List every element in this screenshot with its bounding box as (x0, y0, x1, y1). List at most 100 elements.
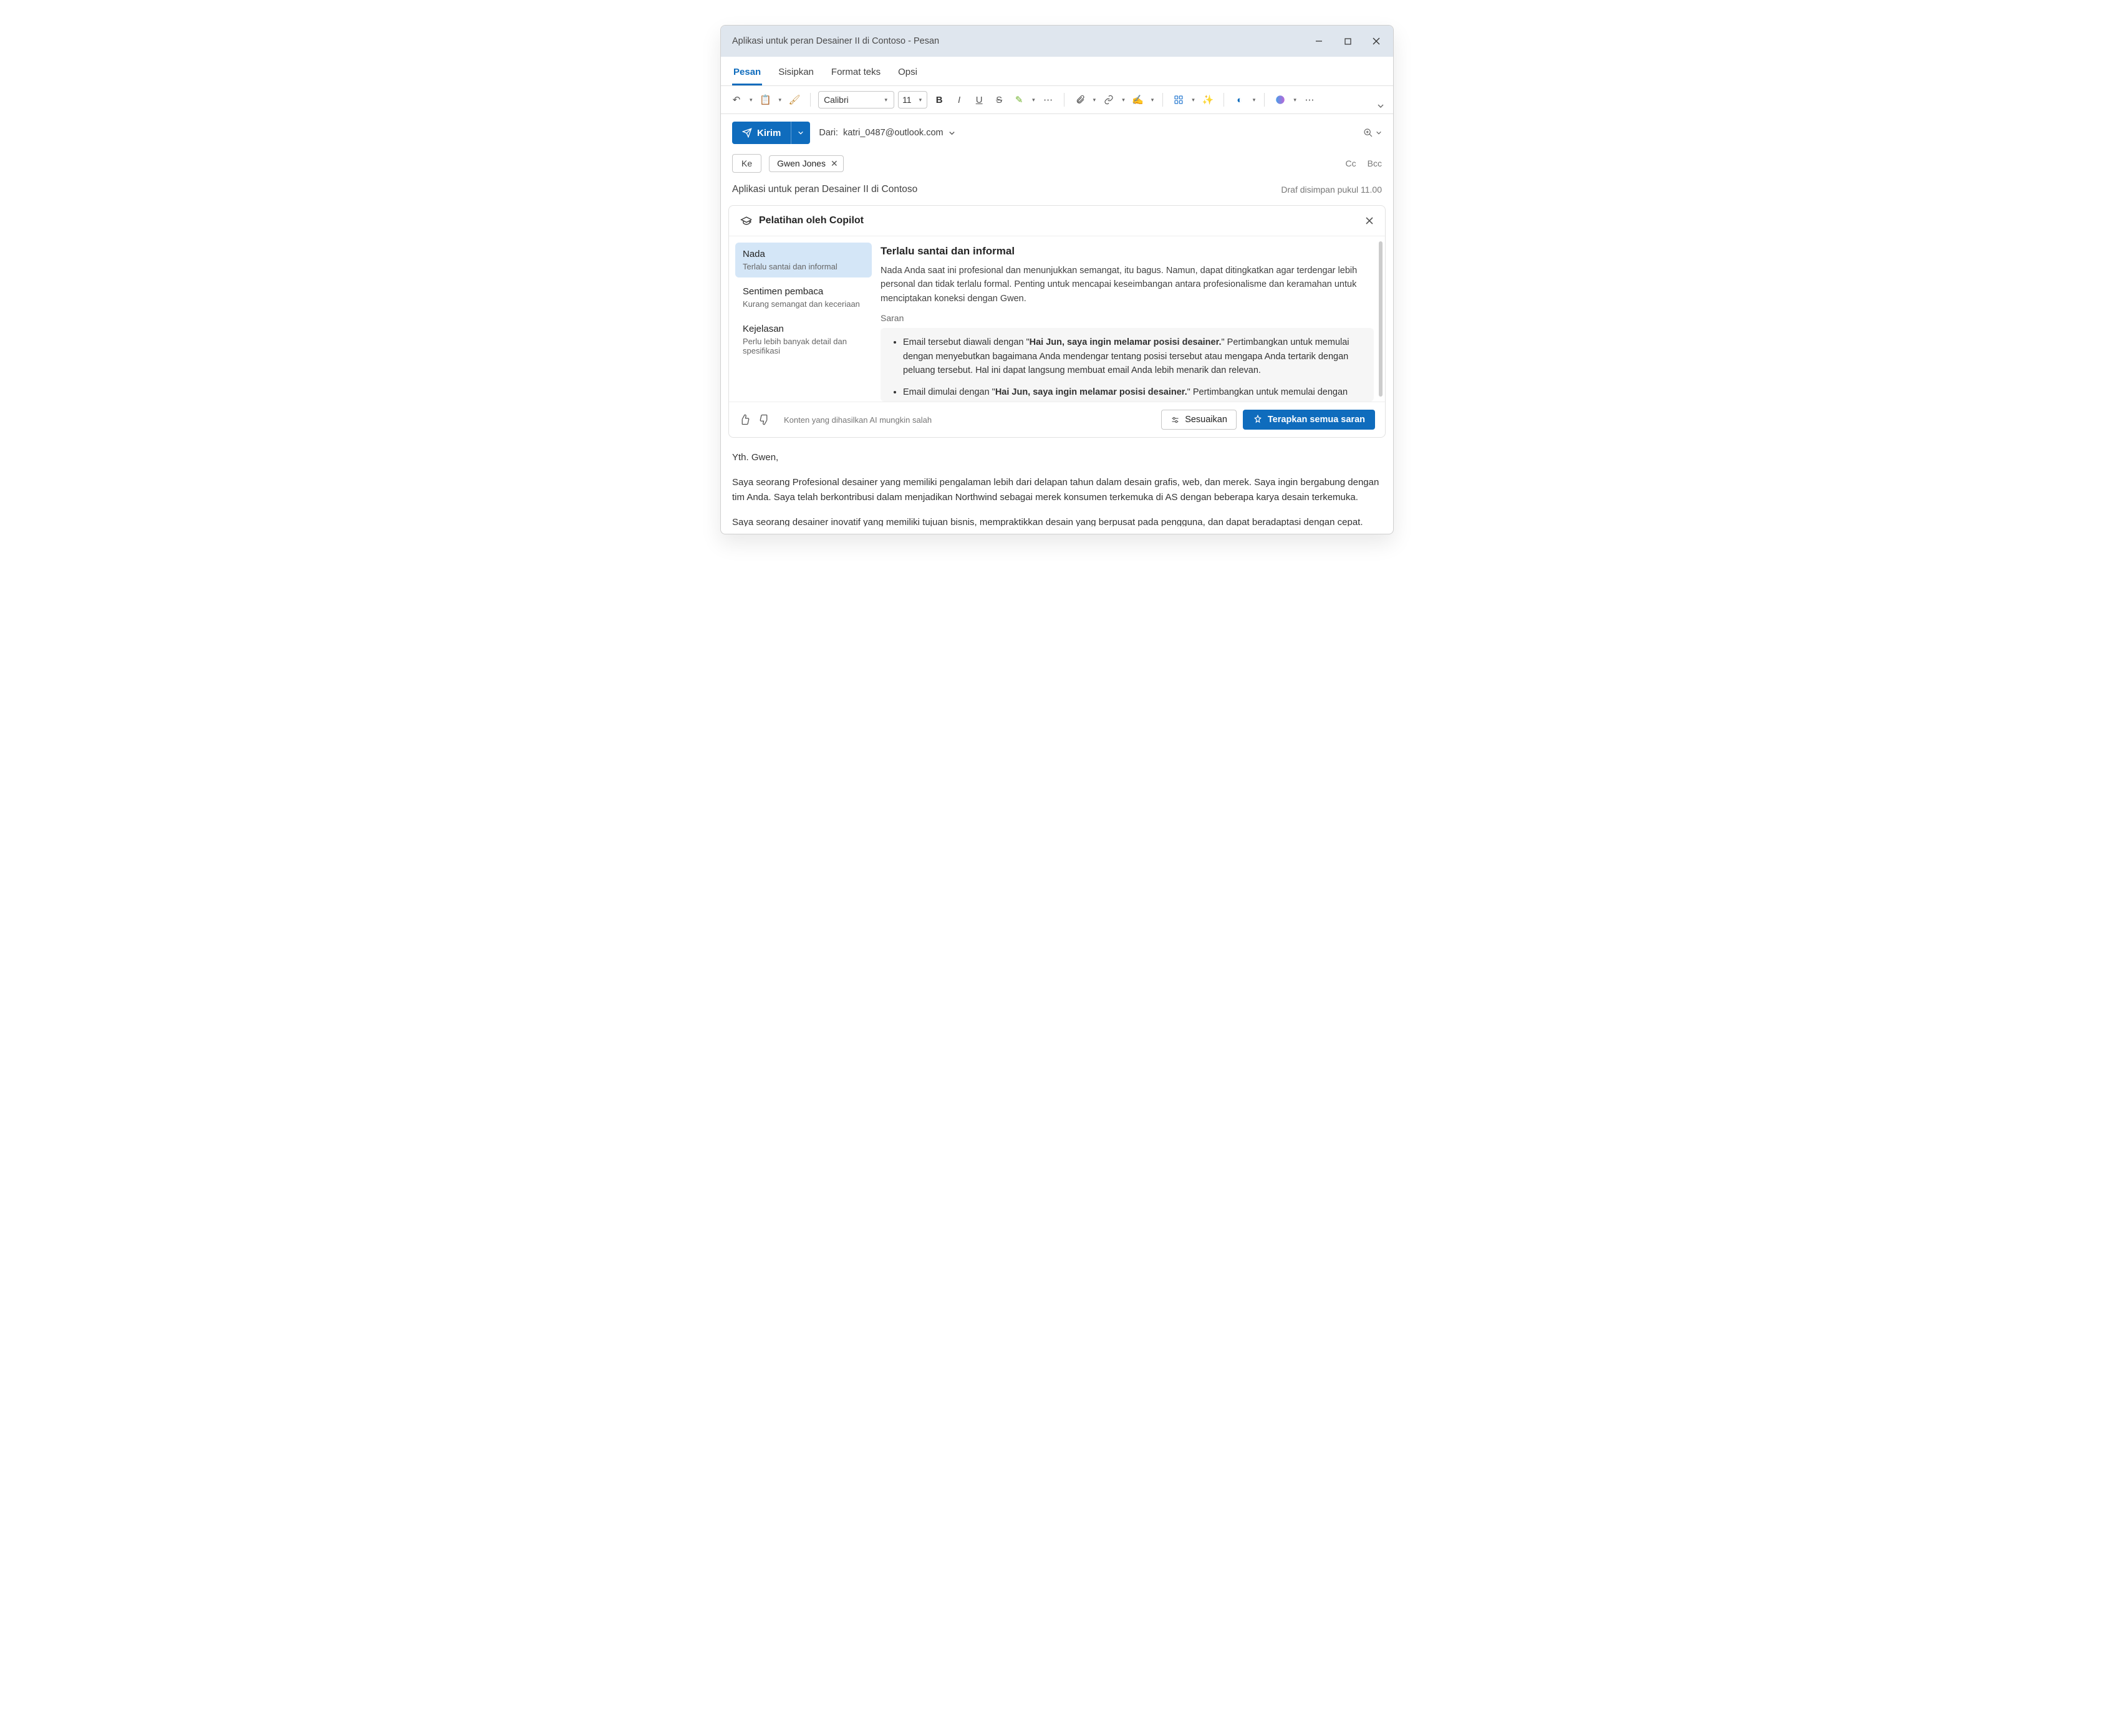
minimize-button[interactable] (1305, 26, 1333, 57)
chevron-down-icon[interactable]: ▾ (1252, 97, 1257, 104)
thumbs-up-button[interactable] (739, 414, 750, 425)
copilot-hat-icon (740, 215, 753, 227)
menu-tabs: Pesan Sisipkan Format teks Opsi (721, 57, 1393, 86)
chevron-down-icon[interactable]: ▾ (778, 97, 783, 104)
recipient-chip[interactable]: Gwen Jones ✕ (769, 155, 844, 172)
more-formatting-button[interactable]: ⋯ (1040, 91, 1056, 109)
send-button[interactable]: Kirim (732, 122, 810, 144)
maximize-button[interactable] (1333, 26, 1362, 57)
sidebar-item-kejelasan[interactable]: Kejelasan Perlu lebih banyak detail dan … (735, 317, 872, 362)
send-options-dropdown[interactable] (791, 122, 810, 144)
from-email: katri_0487@outlook.com (843, 128, 944, 138)
body-paragraph: Saya seorang desainer inovatif yang memi… (732, 515, 1382, 526)
chevron-down-icon[interactable]: ▾ (1190, 97, 1196, 104)
remove-recipient-icon[interactable]: ✕ (831, 158, 838, 169)
format-painter-button[interactable]: 🖌 (786, 91, 803, 109)
bold-button[interactable]: B (931, 91, 947, 109)
cc-button[interactable]: Cc (1346, 158, 1356, 168)
sidebar-item-title: Nada (743, 249, 864, 259)
sidebar-item-subtitle: Kurang semangat dan keceriaan (743, 299, 864, 309)
chevron-down-icon[interactable]: ▾ (1150, 97, 1156, 104)
body-paragraph: Yth. Gwen, (732, 450, 1382, 465)
copilot-heading: Terlalu santai dan informal (881, 245, 1374, 258)
copilot-body: Nada Terlalu santai dan informal Sentime… (729, 236, 1385, 402)
attach-button[interactable] (1072, 91, 1088, 109)
to-row: Ke Gwen Jones ✕ Cc Bcc (721, 144, 1393, 180)
tab-opsi[interactable]: Opsi (897, 63, 919, 85)
chevron-down-icon[interactable]: ▾ (1121, 97, 1126, 104)
copilot-close-button[interactable] (1365, 216, 1374, 225)
font-size-select[interactable]: 11 ▾ (898, 91, 927, 109)
chevron-down-icon[interactable]: ▾ (1292, 97, 1298, 104)
ribbon: ↶▾ 📋▾ 🖌 Calibri ▾ 11 ▾ B I U S ✎▾ ⋯ ▾ ▾ … (721, 86, 1393, 114)
suggestion-item: Email tersebut diawali dengan "Hai Jun, … (903, 335, 1363, 377)
suggestions-label: Saran (881, 313, 1374, 323)
ai-disclaimer: Konten yang dihasilkan AI mungkin salah (784, 415, 932, 425)
compose-window: Aplikasi untuk peran Desainer II di Cont… (720, 25, 1394, 534)
email-body[interactable]: Yth. Gwen, Saya seorang Profesional desa… (721, 438, 1393, 534)
chevron-down-icon: ▾ (884, 97, 889, 104)
bcc-button[interactable]: Bcc (1368, 158, 1382, 168)
copilot-scrollbar[interactable] (1379, 241, 1383, 397)
copilot-card: Pelatihan oleh Copilot Nada Terlalu sant… (728, 205, 1386, 438)
thumbs-down-button[interactable] (759, 414, 770, 425)
chevron-down-icon[interactable]: ▾ (1031, 97, 1036, 104)
recipient-name: Gwen Jones (777, 158, 826, 168)
suggestions-box: Email tersebut diawali dengan "Hai Jun, … (881, 328, 1374, 402)
to-button[interactable]: Ke (732, 154, 761, 173)
subject-row: Aplikasi untuk peran Desainer II di Cont… (721, 180, 1393, 205)
copilot-footer: Konten yang dihasilkan AI mungkin salah … (729, 402, 1385, 437)
customize-label: Sesuaikan (1185, 415, 1227, 425)
apps-button[interactable] (1170, 91, 1187, 109)
send-label: Kirim (757, 128, 781, 138)
copilot-paragraph: Nada Anda saat ini profesional dan menun… (881, 264, 1374, 306)
tab-format-teks[interactable]: Format teks (830, 63, 882, 85)
copilot-main: Terlalu santai dan informal Nada Anda sa… (876, 236, 1385, 402)
undo-button[interactable]: ↶ (728, 91, 745, 109)
apply-all-button[interactable]: Terapkan semua saran (1243, 410, 1375, 430)
zoom-control[interactable] (1363, 128, 1382, 138)
copilot-sidebar: Nada Terlalu santai dan informal Sentime… (729, 236, 876, 402)
signature-button[interactable]: ✍ (1130, 91, 1146, 109)
font-name-value: Calibri (824, 95, 849, 105)
more-button[interactable]: ⋯ (1301, 91, 1318, 109)
titlebar: Aplikasi untuk peran Desainer II di Cont… (721, 26, 1393, 57)
underline-button[interactable]: U (971, 91, 987, 109)
sidebar-item-sentimen[interactable]: Sentimen pembaca Kurang semangat dan kec… (735, 280, 872, 315)
sidebar-item-nada[interactable]: Nada Terlalu santai dan informal (735, 243, 872, 277)
suggestion-item: Email dimulai dengan "Hai Jun, saya ingi… (903, 385, 1363, 399)
send-row: Kirim Dari: katri_0487@outlook.com (721, 114, 1393, 144)
link-button[interactable] (1101, 91, 1117, 109)
customize-button[interactable]: Sesuaikan (1161, 410, 1237, 430)
copilot-header: Pelatihan oleh Copilot (729, 206, 1385, 236)
sparkle-button[interactable]: ✨ (1200, 91, 1216, 109)
sidebar-item-title: Kejelasan (743, 324, 864, 334)
from-field[interactable]: Dari: katri_0487@outlook.com (819, 128, 955, 138)
immersive-button[interactable]: ◐ (1232, 91, 1248, 109)
highlight-button[interactable]: ✎ (1011, 91, 1027, 109)
from-prefix: Dari: (819, 128, 838, 138)
chevron-down-icon: ▾ (918, 97, 924, 104)
tab-pesan[interactable]: Pesan (732, 63, 762, 85)
font-name-select[interactable]: Calibri ▾ (818, 91, 894, 109)
window-controls (1305, 26, 1391, 57)
window-title: Aplikasi untuk peran Desainer II di Cont… (732, 36, 939, 46)
apply-all-label: Terapkan semua saran (1268, 415, 1365, 425)
chevron-down-icon[interactable]: ▾ (1092, 97, 1098, 104)
ribbon-expand-button[interactable] (1377, 102, 1384, 110)
draft-status: Draf disimpan pukul 11.00 (1281, 185, 1382, 195)
subject-input[interactable]: Aplikasi untuk peran Desainer II di Cont… (732, 184, 917, 195)
sidebar-item-subtitle: Perlu lebih banyak detail dan spesifikas… (743, 337, 864, 355)
sidebar-item-subtitle: Terlalu santai dan informal (743, 262, 864, 271)
italic-button[interactable]: I (951, 91, 967, 109)
copilot-ribbon-button[interactable] (1272, 91, 1288, 109)
paste-button[interactable]: 📋 (758, 91, 774, 109)
sidebar-item-title: Sentimen pembaca (743, 286, 864, 297)
tab-sisipkan[interactable]: Sisipkan (777, 63, 815, 85)
chevron-down-icon[interactable]: ▾ (748, 97, 754, 104)
body-paragraph: Saya seorang Profesional desainer yang m… (732, 475, 1382, 505)
close-button[interactable] (1362, 26, 1391, 57)
copilot-title: Pelatihan oleh Copilot (759, 215, 864, 226)
strikethrough-button[interactable]: S (991, 91, 1007, 109)
font-size-value: 11 (902, 95, 912, 105)
